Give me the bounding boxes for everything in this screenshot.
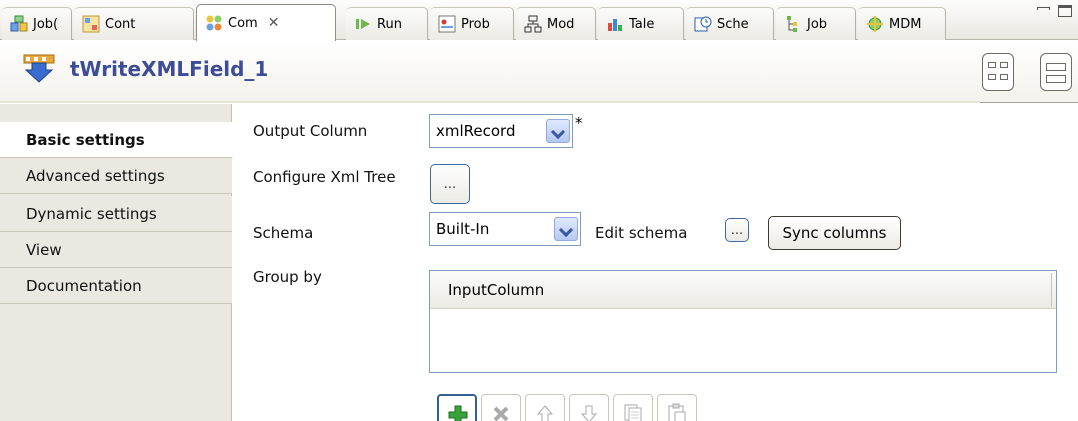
tab-job[interactable]: Job( — [2, 7, 72, 40]
tab-label: Mod — [547, 16, 575, 32]
output-column-value: xmlRecord — [436, 122, 516, 140]
move-up-icon — [536, 405, 554, 421]
sidebar-item-dynamic-settings[interactable]: Dynamic settings — [0, 196, 232, 232]
move-down-button[interactable] — [569, 394, 609, 421]
tab-label: Com — [228, 15, 258, 31]
tab-label: Job — [807, 16, 828, 32]
modules-icon — [524, 15, 542, 33]
view-tab-bar: Job( Cont Com ✕ Run Prob Mod Tale Sche J… — [0, 0, 1078, 41]
tab-label: Run — [377, 16, 402, 32]
minimize-icon[interactable] — [1036, 5, 1050, 17]
ellipsis-icon: ... — [730, 222, 744, 238]
tab-modules[interactable]: Mod — [516, 7, 596, 40]
sync-columns-button[interactable]: Sync columns — [768, 216, 901, 250]
group-by-table[interactable]: InputColumn — [429, 270, 1057, 373]
window-controls — [1036, 5, 1072, 17]
configure-xml-tree-label: Configure Xml Tree — [253, 168, 396, 186]
edit-schema-label: Edit schema — [595, 224, 688, 242]
add-icon — [448, 405, 468, 421]
edit-schema-button[interactable]: ... — [725, 218, 749, 242]
basic-settings-panel: Output Column xmlRecord * Configure Xml … — [233, 104, 1078, 421]
add-row-button[interactable] — [437, 394, 477, 421]
tab-talend[interactable]: Tale — [598, 7, 684, 40]
sync-columns-label: Sync columns — [782, 224, 887, 242]
talend-icon — [608, 19, 622, 31]
chevron-down-icon[interactable] — [554, 217, 578, 241]
table-toolbar — [437, 394, 697, 421]
job-icon — [10, 15, 28, 32]
column-header-inputcolumn[interactable]: InputColumn — [432, 273, 1052, 307]
configure-xml-tree-button[interactable]: ... — [430, 164, 470, 204]
copy-icon — [624, 404, 642, 421]
twritexmlfield-icon — [23, 54, 55, 83]
tab-contexts[interactable]: Cont — [74, 7, 194, 40]
schema-value: Built-In — [436, 220, 490, 238]
ellipsis-icon: ... — [443, 176, 457, 192]
paste-icon — [668, 403, 686, 421]
schema-select[interactable]: Built-In — [429, 212, 581, 246]
tab-label: Tale — [629, 16, 655, 32]
sidebar-item-basic-settings[interactable]: Basic settings — [0, 122, 233, 158]
close-icon[interactable]: ✕ — [268, 15, 280, 31]
component-title: tWriteXMLField_1 — [70, 57, 269, 81]
move-down-icon — [580, 405, 598, 421]
group-by-label: Group by — [253, 268, 322, 286]
remove-icon — [493, 406, 509, 421]
paste-button[interactable] — [657, 394, 697, 421]
move-up-button[interactable] — [525, 394, 565, 421]
scheduler-icon — [694, 16, 712, 32]
problems-icon — [438, 15, 456, 33]
table-header: InputColumn — [430, 271, 1056, 309]
tab-problems[interactable]: Prob — [430, 7, 514, 40]
sidebar-item-label: Basic settings — [26, 130, 145, 149]
job-hierarchy-icon — [787, 16, 797, 32]
tab-component[interactable]: Com ✕ — [196, 4, 336, 41]
tab-label: Prob — [461, 16, 490, 32]
grid-view-icon[interactable] — [982, 53, 1014, 91]
mdm-icon — [867, 16, 883, 32]
sidebar-item-documentation[interactable]: Documentation — [0, 268, 232, 304]
remove-row-button[interactable] — [481, 394, 521, 421]
settings-sidebar: Basic settings Advanced settings Dynamic… — [0, 104, 233, 421]
schema-label: Schema — [253, 224, 314, 242]
list-view-icon[interactable] — [1040, 53, 1072, 91]
tab-label: Sche — [717, 16, 749, 32]
copy-button[interactable] — [613, 394, 653, 421]
tab-label: Job( — [33, 16, 59, 32]
context-icon — [82, 15, 100, 33]
sidebar-item-label: Documentation — [26, 276, 142, 295]
component-icon — [206, 15, 222, 31]
tab-scheduler[interactable]: Sche — [686, 7, 774, 40]
sidebar-item-label: Dynamic settings — [26, 204, 157, 223]
output-column-select[interactable]: xmlRecord — [429, 114, 573, 148]
component-title-bar: tWriteXMLField_1 — [0, 41, 1078, 103]
required-marker: * — [575, 114, 583, 132]
sidebar-item-label: View — [26, 240, 62, 259]
sidebar-item-label: Advanced settings — [26, 166, 165, 185]
maximize-icon[interactable] — [1058, 5, 1072, 17]
run-icon — [356, 19, 370, 29]
tab-label: Cont — [105, 16, 136, 32]
title-divider — [0, 101, 980, 103]
sidebar-item-view[interactable]: View — [0, 232, 232, 268]
tab-job-hierarchy[interactable]: Job — [776, 7, 856, 40]
tab-label: MDM — [889, 16, 922, 32]
tab-mdm[interactable]: MDM — [858, 7, 946, 40]
chevron-down-icon[interactable] — [546, 119, 570, 143]
output-column-label: Output Column — [253, 122, 368, 140]
tab-run[interactable]: Run — [346, 7, 428, 40]
sidebar-item-advanced-settings[interactable]: Advanced settings — [0, 158, 232, 194]
